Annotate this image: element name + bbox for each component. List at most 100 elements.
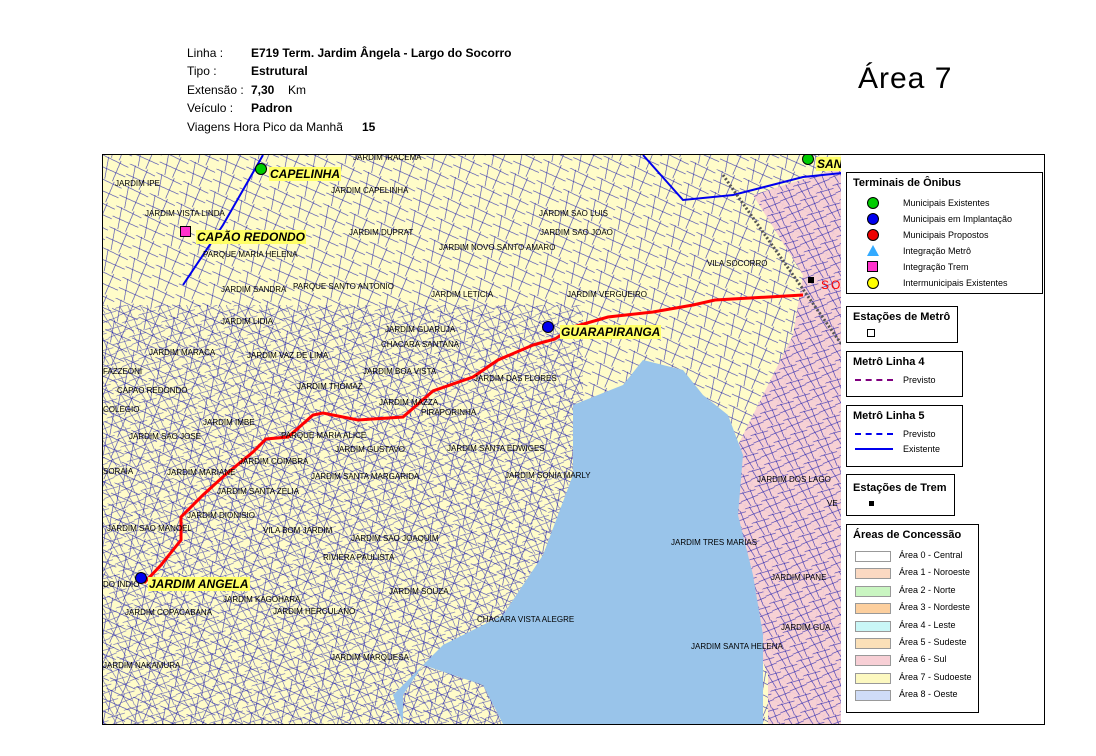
bus-terminal-icon[interactable] (542, 321, 554, 333)
terminal-label: SAN (816, 157, 843, 171)
neighborhood-label: JARDIM CAPELINHA (331, 186, 409, 195)
neighborhood-label: JARDIM GUSTAVO (335, 445, 405, 454)
legend-label: Área 1 - Noroeste (899, 567, 971, 578)
neighborhood-label: COLEGIO (103, 405, 140, 414)
line-swatch-icon (855, 379, 893, 381)
neighborhood-label: PARQUE MARIA HELENA (203, 250, 298, 259)
legend-label: Área 2 - Norte (899, 584, 956, 595)
neighborhood-label: JARDIM VAZ DE LIMA (247, 351, 329, 360)
area-swatch-icon (855, 585, 891, 597)
area-swatch-icon (855, 655, 891, 667)
legend-label: Área 0 - Central (899, 550, 963, 560)
legend-label: Área 7 - Sudoeste (899, 671, 972, 682)
legend-metro5-title: Metrô Linha 5 (853, 410, 925, 422)
neighborhood-label: CHACARA SANTANA (381, 340, 460, 349)
map-canvas[interactable]: JARDIM IRACEMA JARDIM IPE JARDIM CAPELINHA… (102, 154, 843, 725)
neighborhood-label: JARDIM MARQUESA (331, 653, 409, 662)
neighborhood-label: JARDIM TRES MARIAS (671, 538, 758, 547)
neighborhood-label: JARDIM SANDRA (221, 285, 287, 294)
legend-estacoes-trem: Estações de Trem (846, 474, 955, 516)
neighborhood-label: JARDIM GUA (781, 623, 831, 632)
extensao-label: Extensão : (187, 82, 244, 97)
neighborhood-label: JARDIM SONIA MARLY (505, 471, 591, 480)
legend-label: Área 3 - Nordeste (899, 602, 971, 613)
veiculo-label: Veículo : (187, 101, 234, 116)
neighborhood-label: JARDIM COPACABANA (125, 608, 212, 617)
legend-label: Municipais Propostos (903, 230, 989, 240)
neighborhood-label: JARDIM MARIANE (167, 468, 236, 477)
legend-estacoes-metro: Estações de Metrô (846, 306, 958, 343)
neighborhood-label: VILA SOCORRO (707, 259, 768, 268)
legend-label: Integração Metrô (903, 246, 972, 256)
line-swatch-icon (855, 448, 893, 450)
neighborhood-label: VE (827, 499, 838, 508)
neighborhood-label: JARDIM SANTA EDWIGES (447, 444, 545, 453)
area-swatch-icon (855, 690, 891, 702)
train-integration-icon[interactable] (180, 226, 191, 237)
neighborhood-label: JARDIM IPANE (771, 573, 827, 582)
bus-terminal-icon[interactable] (135, 572, 147, 584)
legend-terminais: Terminais de Ônibus Municipais Existente… (846, 172, 1043, 294)
neighborhood-label: JARDIM DOS LAGO (757, 475, 831, 484)
neighborhood-label: JARDIM COIMBRA (239, 457, 309, 466)
neighborhood-label: PARQUE MARIA ALICE (281, 431, 367, 440)
neighborhood-label: JARDIM DIONISIO (187, 511, 256, 520)
square-icon (867, 261, 878, 272)
neighborhood-label: JARDIM GUARUJA (385, 325, 456, 334)
neighborhood-label: PARQUE SANTO ANTONIO (293, 282, 394, 291)
legend-label: Área 8 - Oeste (899, 689, 958, 700)
circle-icon (867, 277, 879, 289)
train-station-icon[interactable] (808, 277, 814, 283)
legend-label: Previsto (903, 375, 936, 385)
neighborhood-label: JARDIM IRACEMA (353, 154, 422, 162)
tipo-value: Estrutural (251, 64, 308, 79)
linha-value: E719 Term. Jardim Ângela - Largo do Soco… (251, 46, 512, 60)
neighborhood-label: JARDIM SOUZA (389, 587, 449, 596)
neighborhood-label: JARDIM THOMAZ (297, 382, 363, 391)
legend-label: Área 4 - Leste (899, 619, 956, 630)
circle-icon (867, 197, 879, 209)
neighborhood-label: JARDIM SAO JOAQUIM (351, 534, 439, 543)
line-swatch-icon (855, 433, 893, 435)
circle-icon (867, 229, 879, 241)
legend-label: Previsto (903, 429, 936, 439)
legend-metro5: Metrô Linha 5 Previsto Existente (846, 405, 963, 467)
neighborhood-label: JARDIM VISTA LINDA (145, 209, 225, 218)
extensao-value: 7,30 (251, 82, 275, 97)
circle-icon (867, 213, 879, 225)
terminal-label: CAPÃO REDONDO (196, 230, 307, 244)
neighborhood-label: JARDIM NOVO SANTO AMARO (439, 243, 556, 252)
neighborhood-label: JARDIM SAO JOSE (129, 432, 202, 441)
legend-estacoes-trem-title: Estações de Trem (853, 482, 947, 494)
neighborhood-label: SORAIA (103, 467, 134, 476)
legend-label: Integração Trem (903, 262, 969, 272)
legend-label: Área 5 - Sudeste (899, 637, 967, 647)
area-title: Área 7 (858, 62, 953, 95)
neighborhood-label: JARDIM LETICIA (431, 290, 494, 299)
neighborhood-label: JARDIM DAS FLORES (474, 374, 557, 383)
terminal-label: CAPELINHA (269, 167, 342, 181)
area-swatch-icon (855, 638, 891, 649)
tipo-label: Tipo : (187, 64, 217, 79)
legend-areas: Áreas de Concessão Área 0 - Central Área … (846, 524, 979, 713)
neighborhood-label: JARDIM MAZZA (379, 398, 439, 407)
legend-panel: Terminais de Ônibus Municipais Existente… (841, 154, 1045, 725)
neighborhood-label: JARDIM VERGUEIRO (567, 290, 648, 299)
neighborhood-label: JARDIM SANTA ZELIA (217, 487, 300, 496)
area-swatch-icon (855, 551, 891, 562)
neighborhood-label: CHACARA VISTA ALEGRE (477, 615, 575, 624)
extensao-unit: Km (288, 82, 306, 97)
neighborhood-label: RIVIERA PAULISTA (323, 553, 395, 562)
terminal-label: JARDIM ANGELA (148, 577, 250, 591)
triangle-icon (867, 245, 879, 256)
legend-metro4: Metrô Linha 4 Previsto (846, 351, 963, 397)
metro-station-icon (867, 329, 875, 337)
terminal-label: SO (821, 278, 843, 292)
neighborhood-label: JARDIM SANTA MARGARIDA (311, 472, 420, 481)
terminal-label: GUARAPIRANGA (560, 325, 662, 339)
area-swatch-icon (855, 672, 891, 684)
neighborhood-label: DO INDIO (103, 580, 140, 589)
neighborhood-label: JARDIM SAO LUIS (539, 209, 608, 218)
legend-terminais-title: Terminais de Ônibus (853, 177, 961, 189)
bus-terminal-icon[interactable] (255, 163, 267, 175)
